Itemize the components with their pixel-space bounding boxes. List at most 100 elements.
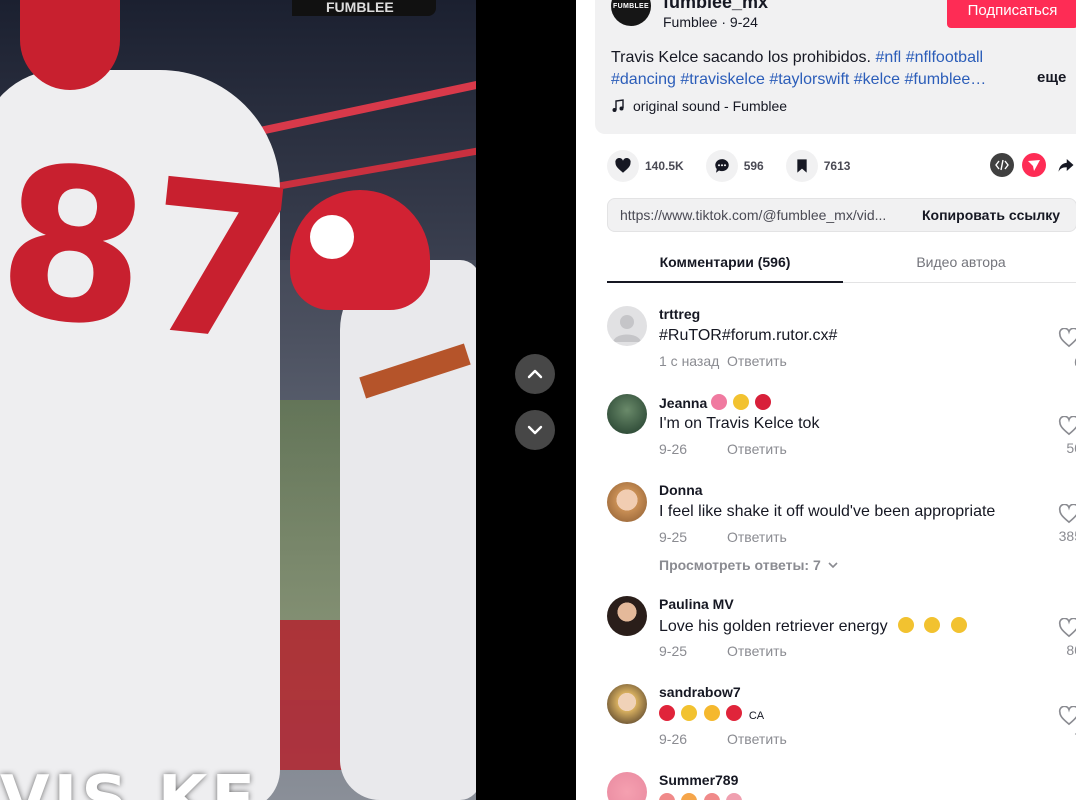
- comment-text-row: Love his golden retriever energy: [659, 617, 969, 636]
- sparkles-emoji-icon: [733, 394, 750, 410]
- save-count: 7613: [823, 159, 851, 173]
- sparkles-emoji-icon: [924, 617, 941, 633]
- comment-text: Love his golden retriever energy: [659, 618, 888, 635]
- reply-button[interactable]: Ответить: [727, 353, 787, 369]
- chevron-down-icon: [527, 425, 543, 435]
- author-subline: Fumblee · 9-24: [663, 14, 758, 30]
- comment-like-count: 80: [1066, 642, 1076, 658]
- avatar[interactable]: [607, 684, 647, 724]
- avatar[interactable]: [607, 394, 647, 434]
- comment-date: 1 с назад: [659, 353, 720, 369]
- comment-like-count: 7: [1037, 730, 1076, 746]
- comment-date: 9-25: [659, 529, 688, 545]
- view-replies-label: Просмотреть ответы: 7: [659, 557, 821, 573]
- comment-item: Jeanna I'm on Travis Kelce tok 9-26 Отве…: [607, 394, 1076, 474]
- caption-more-button[interactable]: еще: [1037, 69, 1066, 86]
- clapping-emoji-icon: [681, 705, 698, 721]
- reply-button[interactable]: Ответить: [727, 643, 787, 659]
- view-replies-button[interactable]: Просмотреть ответы: 7: [659, 557, 839, 573]
- comment-like-count: 0: [1037, 354, 1076, 370]
- comment-item: Summer789: [607, 772, 1076, 800]
- music-note-icon: [612, 99, 624, 112]
- video-player[interactable]: 87 FUMBLEE VIS KE: [0, 0, 576, 800]
- share-arrow-icon[interactable]: [1054, 153, 1076, 177]
- copy-link-button[interactable]: Копировать ссылку: [910, 207, 1060, 223]
- heart-outline-icon[interactable]: [1058, 504, 1076, 524]
- comment-username[interactable]: sandrabow7: [659, 684, 741, 700]
- default-user-icon: [613, 315, 641, 342]
- embed-icon[interactable]: [990, 153, 1014, 177]
- sparkles-emoji-icon: [950, 617, 967, 633]
- comment-text: #RuTOR#forum.rutor.cx#: [659, 327, 838, 344]
- comment-username[interactable]: Donna: [659, 482, 703, 498]
- chevron-up-icon: [527, 369, 543, 379]
- avatar[interactable]: [607, 482, 647, 522]
- like-button[interactable]: 140.5K: [607, 150, 684, 182]
- heart-emoji-icon: [726, 705, 743, 721]
- comment-username[interactable]: Jeanna: [659, 394, 773, 411]
- comment-username-text: Jeanna: [659, 395, 708, 411]
- share-link-box: https://www.tiktok.com/@fumblee_mx/vid..…: [607, 198, 1076, 232]
- follow-button[interactable]: Подписаться: [947, 0, 1076, 28]
- emoji-icon: [681, 793, 698, 800]
- previous-video-button[interactable]: [515, 354, 555, 394]
- comment-date: 9-25: [659, 643, 688, 659]
- comment-button[interactable]: 596: [705, 150, 764, 182]
- bookmark-icon: [785, 150, 818, 182]
- avatar[interactable]: [607, 772, 647, 800]
- laughing-emoji-icon: [703, 705, 720, 721]
- emoji-icon: [726, 793, 743, 800]
- avatar[interactable]: [607, 306, 647, 346]
- avatar[interactable]: [607, 596, 647, 636]
- comment-text: I feel like shake it off would've been a…: [659, 503, 996, 520]
- video-frame: 87 FUMBLEE VIS KE: [0, 0, 476, 800]
- reply-button[interactable]: Ответить: [727, 529, 787, 545]
- caption-line-1: Travis Kelce sacando los prohibidos. #nf…: [611, 47, 1031, 69]
- comment-tabs: Комментарии (596) Видео автора: [607, 244, 1076, 283]
- heart-outline-icon[interactable]: [1058, 416, 1076, 436]
- caption-text: Travis Kelce sacando los prohibidos.: [611, 49, 871, 66]
- comment-username[interactable]: Paulina MV: [659, 596, 734, 612]
- comment-like-count: 50: [1066, 440, 1076, 456]
- reply-button[interactable]: Ответить: [727, 441, 787, 457]
- heart-outline-icon[interactable]: [1058, 618, 1076, 638]
- comment-username[interactable]: Summer789: [659, 772, 738, 788]
- comment-item: Paulina MV Love his golden retriever ene…: [607, 596, 1076, 676]
- comment-item: Donna I feel like shake it off would've …: [607, 482, 1076, 582]
- sparkles-emoji-icon: [898, 617, 915, 633]
- comment-date: 9-26: [659, 731, 688, 747]
- comment-text-row: CA: [659, 705, 764, 724]
- details-panel: FUMBLEE fumblee_mx Fumblee · 9-24 Подпис…: [576, 0, 1076, 800]
- heart-emoji-icon: [659, 705, 675, 721]
- sound-link[interactable]: original sound - Fumblee: [611, 98, 787, 114]
- comment-text: I'm on Travis Kelce tok: [659, 415, 820, 432]
- heart-icon: [607, 150, 639, 182]
- chevron-down-icon: [828, 562, 838, 569]
- comment-username[interactable]: trttreg: [659, 306, 700, 322]
- tab-comments[interactable]: Комментарии (596): [607, 244, 843, 283]
- share-buttons: [990, 153, 1076, 177]
- hashtag-link[interactable]: #nflfootball: [906, 49, 983, 66]
- comment-like-count: 385: [1058, 528, 1076, 544]
- heart-outline-icon[interactable]: [1058, 706, 1076, 726]
- author-name[interactable]: Fumblee: [663, 14, 717, 30]
- author-handle[interactable]: fumblee_mx: [663, 0, 768, 13]
- tab-author-videos[interactable]: Видео автора: [843, 244, 1076, 281]
- comment-text-row: [659, 793, 744, 800]
- reply-button[interactable]: Ответить: [727, 731, 787, 747]
- caption-hashtags[interactable]: #dancing #traviskelce #taylorswift #kelc…: [611, 69, 1031, 91]
- like-count: 140.5K: [645, 159, 684, 173]
- comment-date: 9-26: [659, 441, 688, 457]
- action-bar: 140.5K 596 7613: [607, 150, 872, 182]
- post-date: 9-24: [729, 14, 758, 30]
- next-video-button[interactable]: [515, 410, 555, 450]
- send-icon[interactable]: [1022, 153, 1046, 177]
- comment-text: CA: [748, 710, 765, 722]
- share-link-url[interactable]: https://www.tiktok.com/@fumblee_mx/vid..…: [608, 207, 910, 223]
- heart-outline-icon[interactable]: [1058, 328, 1076, 348]
- save-button[interactable]: 7613: [785, 150, 851, 182]
- lips-emoji-icon: [754, 394, 771, 410]
- separator-dot: ·: [721, 14, 730, 30]
- hashtag-link[interactable]: #nfl: [875, 49, 901, 66]
- comment-item: sandrabow7 CA 9-26 Ответить 7: [607, 684, 1076, 764]
